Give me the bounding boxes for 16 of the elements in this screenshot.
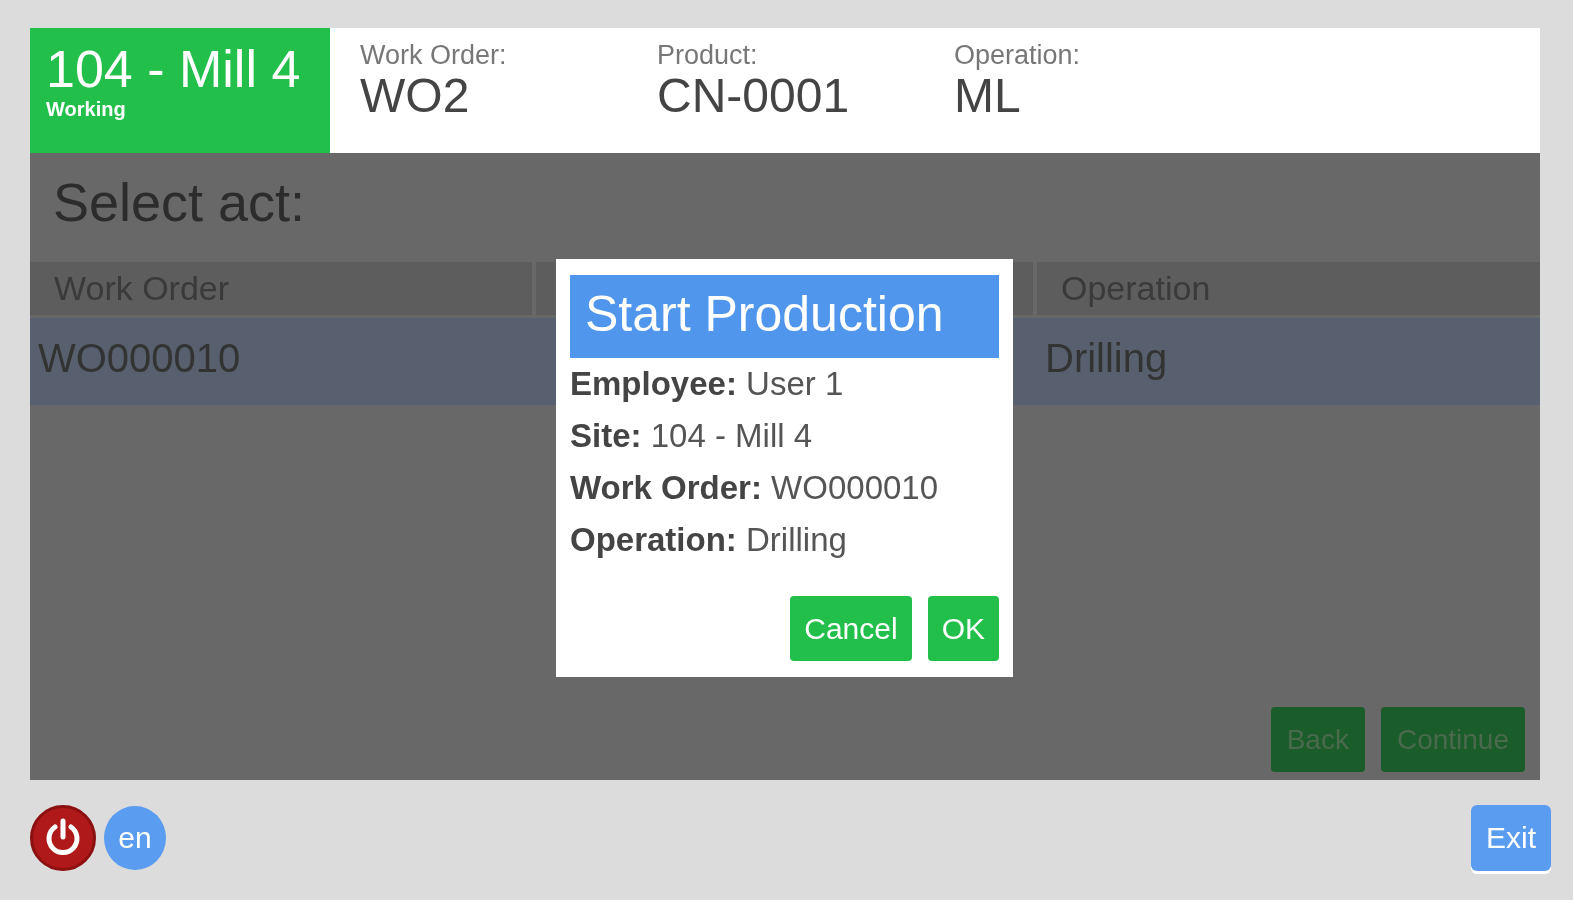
field-value: CN-0001 xyxy=(657,71,850,121)
dialog-field: Site: 104 - Mill 4 xyxy=(570,410,999,462)
field-value: WO2 xyxy=(360,71,470,121)
panel-title: Select act: xyxy=(52,171,307,234)
field-label: Operation: xyxy=(954,40,1081,71)
field-value: ML xyxy=(954,71,1021,121)
station-name: 104 - Mill 4 xyxy=(46,40,301,98)
station-status: Working xyxy=(46,98,126,121)
table-cell-text: WO000010 xyxy=(37,335,242,382)
field-label: Work Order: xyxy=(360,40,507,71)
dialog-field: Operation: Drilling xyxy=(570,514,999,566)
table-cell-text: Drilling xyxy=(1044,335,1169,382)
dialog-field: Work Order: WO000010 xyxy=(570,462,999,514)
field-label: Product: xyxy=(657,40,758,71)
dialog-field: Employee: User 1 xyxy=(570,358,999,410)
dialog-title: Start Production xyxy=(570,275,999,358)
